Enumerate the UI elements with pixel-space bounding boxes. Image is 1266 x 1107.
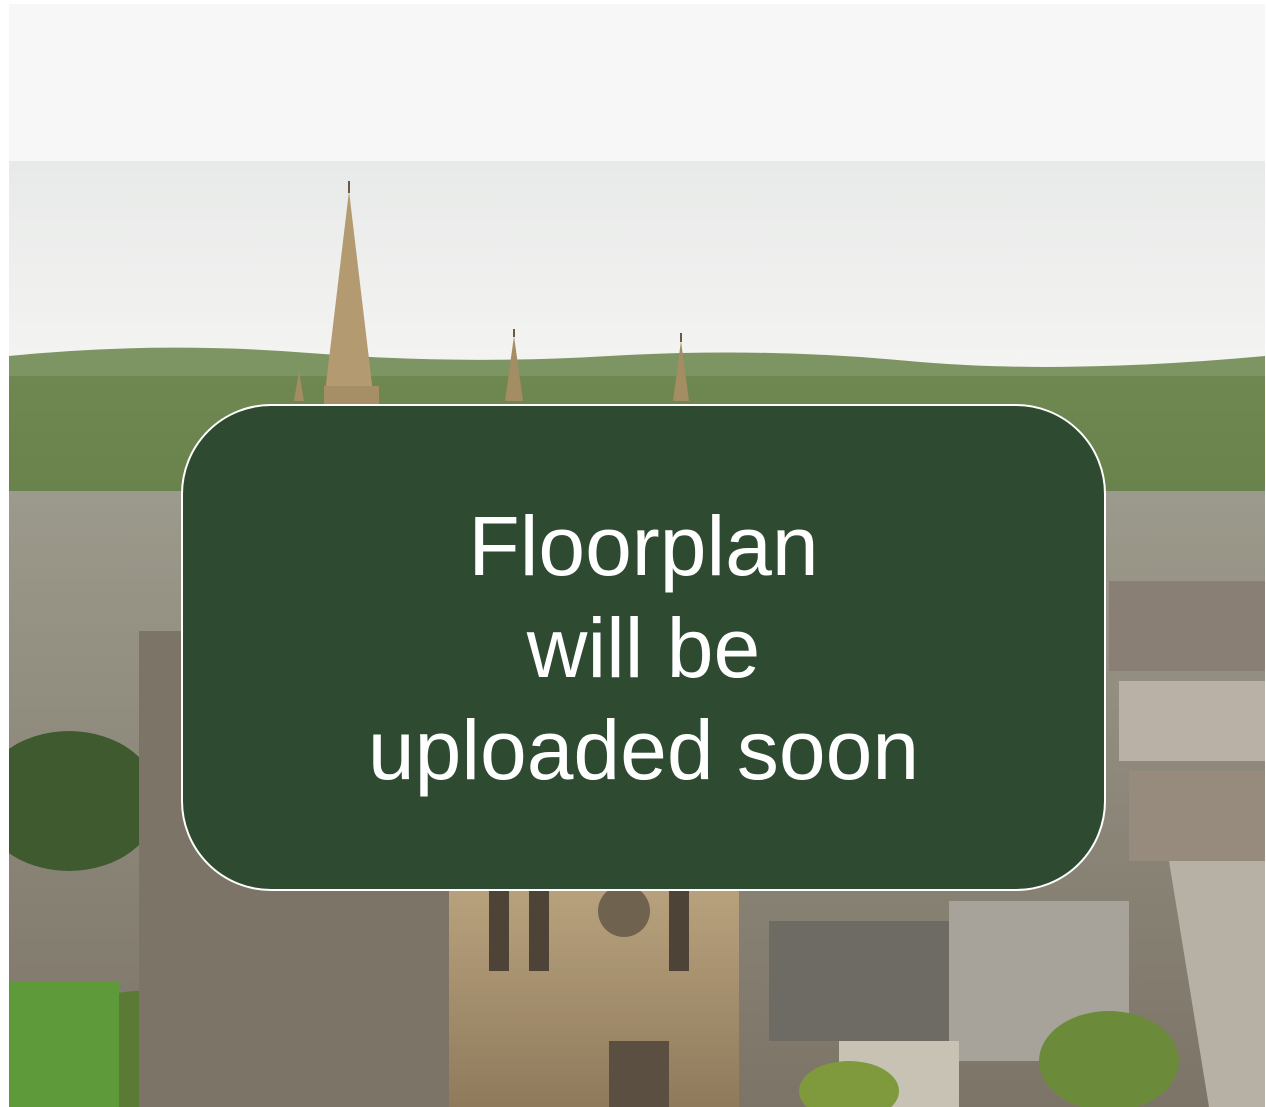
placeholder-line-1: Floorplan bbox=[468, 498, 819, 593]
placeholder-line-2: will be bbox=[526, 600, 761, 695]
placeholder-line-3: uploaded soon bbox=[367, 702, 920, 797]
floorplan-placeholder-card: Floorplan will be uploaded soon bbox=[181, 404, 1106, 891]
blank-header-band bbox=[9, 4, 1265, 161]
